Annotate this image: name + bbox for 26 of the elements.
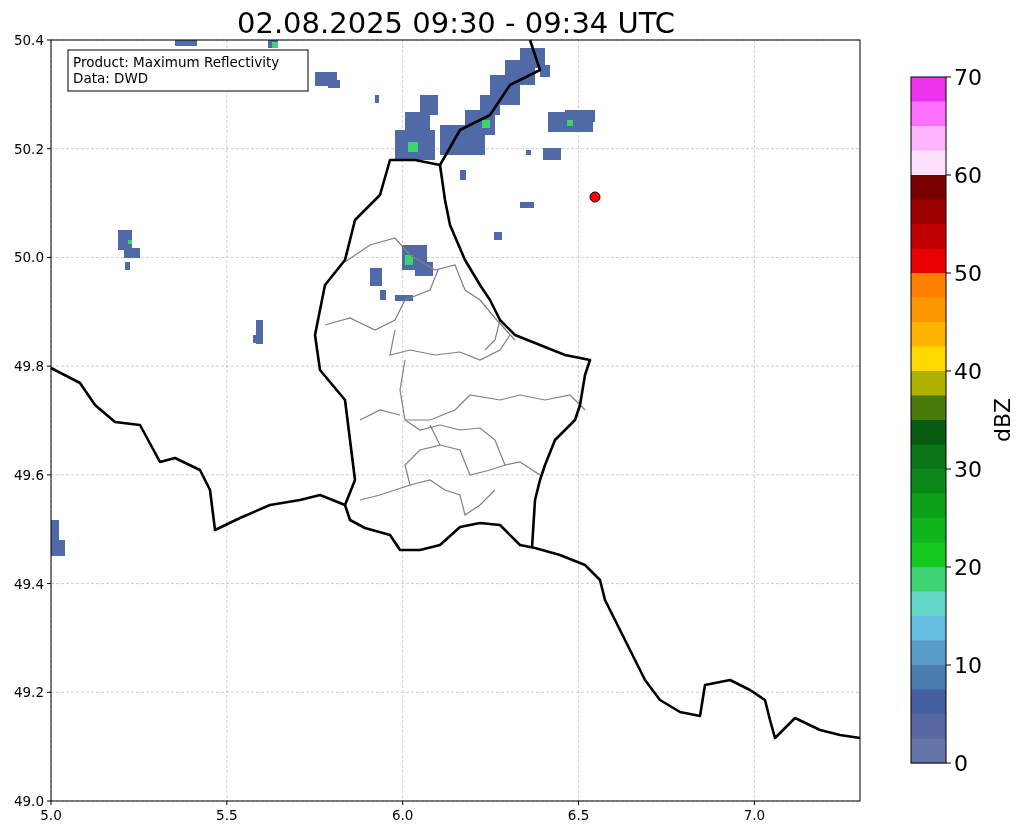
y-tick-label: 50.2 (13, 140, 44, 157)
info-text: Product: Maximum Reflectivity (73, 54, 280, 70)
y-tick-label: 49.6 (13, 466, 44, 483)
colorbar-tick-label: 50 (954, 261, 982, 286)
colorbar-label: dBZ (990, 397, 1015, 443)
colorbar-tick-label: 60 (954, 163, 982, 188)
colorbar-tick-label: 10 (954, 653, 982, 678)
colorbar-tick-label: 70 (954, 65, 982, 90)
info-text: Data: DWD (73, 70, 149, 86)
colorbar-tick-label: 40 (954, 359, 982, 384)
x-tick-label: 6.5 (567, 807, 590, 823)
y-tick-label: 50.4 (13, 32, 44, 48)
y-tick-label: 49.0 (13, 793, 44, 809)
colorbar-tick-label: 0 (954, 751, 968, 776)
x-tick-label: 6.0 (391, 807, 414, 823)
y-tick-label: 50.0 (13, 249, 44, 266)
colorbar-tick-label: 20 (954, 555, 982, 580)
x-tick-label: 5.0 (40, 807, 62, 823)
colorbar-tick-label: 30 (954, 457, 982, 482)
y-tick-label: 49.8 (13, 358, 44, 375)
location-marker (589, 191, 601, 203)
y-tick-label: 49.4 (13, 575, 44, 592)
chart-title: 02.08.2025 09:30 - 09:34 UTC (237, 6, 675, 40)
x-tick-label: 5.5 (216, 807, 238, 823)
x-tick-label: 7.0 (743, 807, 766, 823)
y-tick-label: 49.2 (13, 684, 44, 701)
